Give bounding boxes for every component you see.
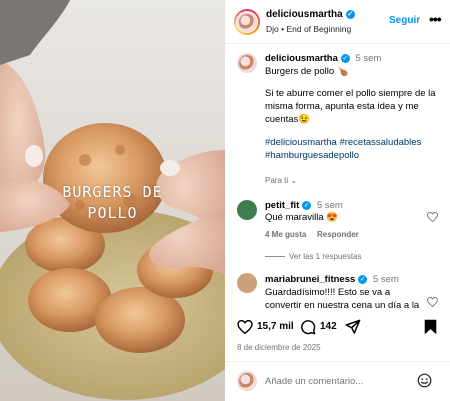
comment-input[interactable] xyxy=(265,373,410,389)
likes-count[interactable]: 15,7 mil xyxy=(257,320,294,333)
comment-likes[interactable]: 4 Me gusta xyxy=(265,228,306,241)
view-replies-link[interactable]: Ver las 1 respuestas xyxy=(289,250,361,263)
chevron-down-icon: ⌄ xyxy=(290,176,298,185)
video-overlay-line1: BURGERS DE xyxy=(62,183,163,201)
caption-hashtags-line1[interactable]: #deliciousmartha #recetassaludables xyxy=(265,136,421,149)
comment-username[interactable]: petit_fit xyxy=(265,200,299,211)
comment-text-line2: convertir en nuestra cena un día a la xyxy=(265,300,420,311)
caption-username[interactable]: deliciousmartha xyxy=(265,53,338,64)
caption-body-line3: cuentas😉 xyxy=(265,114,311,125)
share-icon[interactable] xyxy=(345,319,361,335)
comment-like-icon[interactable] xyxy=(427,212,438,222)
comments-count[interactable]: 142 xyxy=(320,320,337,333)
caption-body-line2: misma forma, apunta esta idea y me xyxy=(265,101,419,112)
bookmark-icon[interactable] xyxy=(424,319,437,335)
verified-icon: ✓ xyxy=(345,10,355,19)
emoji-icon[interactable] xyxy=(417,373,432,388)
comment-avatar[interactable] xyxy=(237,200,257,220)
post-date: 8 de diciembre de 2025 xyxy=(237,343,321,352)
comment-username-row: mariabrunei_fitness ✓ 5 sem xyxy=(265,273,399,286)
action-bar: 15,7 mil 142 xyxy=(225,312,450,342)
caption-title: Burgers de pollo 🍗 xyxy=(265,66,349,77)
reply-button[interactable]: Responder xyxy=(317,228,359,241)
caption-body-line1: Si te aburre comer el pollo siempre de l… xyxy=(265,88,436,99)
caption-hashtags-line2[interactable]: #hamburguesadepollo xyxy=(265,149,359,162)
caption-time: 5 sem xyxy=(355,53,382,64)
verified-icon: ✓ xyxy=(302,201,312,210)
video-overlay-line2: POLLO xyxy=(87,204,138,222)
caption-avatar[interactable] xyxy=(237,53,257,73)
comment-text-line1: Guardadísimo!!!! Esto se va a xyxy=(265,287,391,298)
comment-time: 5 sem xyxy=(372,274,399,285)
replies-divider xyxy=(265,256,285,257)
own-avatar xyxy=(237,371,257,391)
comment-username[interactable]: mariabrunei_fitness xyxy=(265,274,355,285)
verified-icon: ✓ xyxy=(340,54,350,63)
comment-composer xyxy=(225,361,450,401)
comment-like-icon[interactable] xyxy=(427,297,438,307)
post-sidebar: deliciousmartha ✓ Djo • End of Beginning … xyxy=(225,0,450,401)
more-options-icon[interactable]: ••• xyxy=(429,11,442,27)
translation-label: Para ti xyxy=(265,176,289,185)
post-video[interactable]: BURGERS DE POLLO xyxy=(0,0,225,401)
comment-text: Qué maravilla 😍 xyxy=(265,212,339,223)
post-header: deliciousmartha ✓ Djo • End of Beginning … xyxy=(225,0,450,44)
comment-icon[interactable] xyxy=(300,319,316,335)
caption-username-row: deliciousmartha ✓ 5 sem xyxy=(265,52,381,65)
follow-button[interactable]: Seguir xyxy=(389,15,420,26)
verified-icon: ✓ xyxy=(358,275,368,284)
story-ring[interactable] xyxy=(234,9,260,35)
instagram-post-view: BURGERS DE POLLO deliciousmartha ✓ Djo • … xyxy=(0,0,450,401)
comment-time: 5 sem xyxy=(316,200,343,211)
header-username[interactable]: deliciousmartha xyxy=(266,9,343,20)
audio-track[interactable]: Djo • End of Beginning xyxy=(266,24,351,34)
like-icon[interactable] xyxy=(237,320,253,334)
comment-avatar[interactable] xyxy=(237,273,257,293)
header-username-row[interactable]: deliciousmartha ✓ xyxy=(266,9,355,20)
translation-toggle[interactable]: Para ti ⌄ xyxy=(265,174,297,187)
avatar xyxy=(237,12,257,32)
